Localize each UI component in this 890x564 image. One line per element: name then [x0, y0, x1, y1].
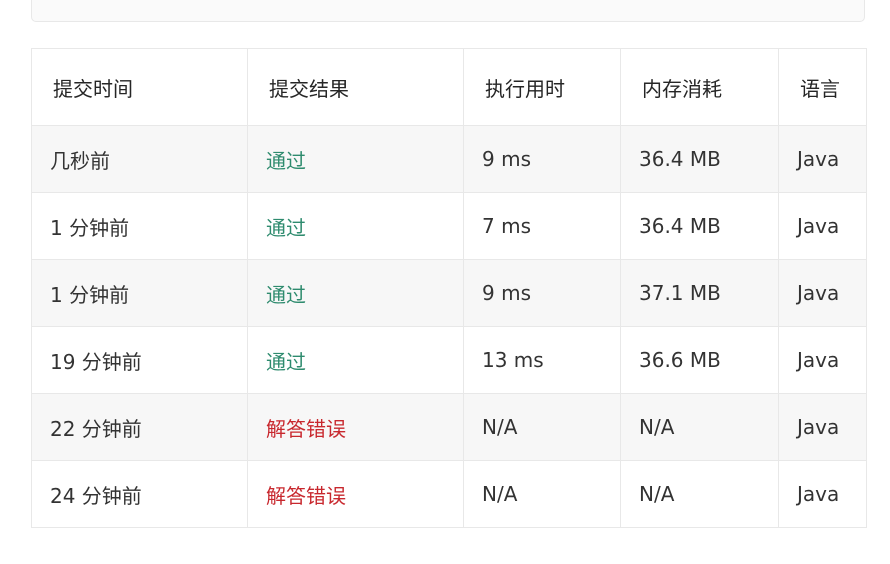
cell-memory: 37.1 MB	[620, 259, 779, 327]
cell-time: 19 分钟前	[31, 326, 248, 394]
cell-result-link[interactable]: 通过	[247, 192, 464, 260]
cell-runtime: N/A	[463, 393, 621, 461]
table-header-row: 提交时间 提交结果 执行用时 内存消耗 语言	[31, 48, 867, 126]
cell-language: Java	[778, 326, 867, 394]
cell-result-link[interactable]: 解答错误	[247, 393, 464, 461]
cell-language: Java	[778, 192, 867, 260]
header-memory: 内存消耗	[620, 48, 779, 126]
table-row: 19 分钟前 通过 13 ms 36.6 MB Java	[31, 326, 867, 394]
top-panel	[31, 0, 865, 22]
cell-result-link[interactable]: 通过	[247, 125, 464, 193]
table-row: 24 分钟前 解答错误 N/A N/A Java	[31, 460, 867, 528]
submissions-table: 提交时间 提交结果 执行用时 内存消耗 语言 几秒前 通过 9 ms 36.4 …	[31, 48, 867, 528]
submissions-table-container: 提交时间 提交结果 执行用时 内存消耗 语言 几秒前 通过 9 ms 36.4 …	[31, 48, 867, 528]
table-row: 1 分钟前 通过 9 ms 37.1 MB Java	[31, 259, 867, 327]
header-submit-result: 提交结果	[247, 48, 464, 126]
cell-time: 24 分钟前	[31, 460, 248, 528]
table-row: 1 分钟前 通过 7 ms 36.4 MB Java	[31, 192, 867, 260]
cell-time: 几秒前	[31, 125, 248, 193]
cell-language: Java	[778, 259, 867, 327]
cell-runtime: 7 ms	[463, 192, 621, 260]
header-language: 语言	[778, 48, 867, 126]
header-runtime: 执行用时	[463, 48, 621, 126]
header-submit-time: 提交时间	[31, 48, 248, 126]
cell-language: Java	[778, 460, 867, 528]
cell-memory: N/A	[620, 460, 779, 528]
cell-runtime: 9 ms	[463, 259, 621, 327]
cell-time: 22 分钟前	[31, 393, 248, 461]
cell-runtime: 13 ms	[463, 326, 621, 394]
cell-time: 1 分钟前	[31, 192, 248, 260]
cell-result-link[interactable]: 通过	[247, 259, 464, 327]
table-row: 22 分钟前 解答错误 N/A N/A Java	[31, 393, 867, 461]
cell-memory: N/A	[620, 393, 779, 461]
cell-language: Java	[778, 393, 867, 461]
cell-memory: 36.4 MB	[620, 125, 779, 193]
cell-runtime: N/A	[463, 460, 621, 528]
cell-runtime: 9 ms	[463, 125, 621, 193]
table-row: 几秒前 通过 9 ms 36.4 MB Java	[31, 125, 867, 193]
cell-memory: 36.4 MB	[620, 192, 779, 260]
cell-time: 1 分钟前	[31, 259, 248, 327]
cell-result-link[interactable]: 解答错误	[247, 460, 464, 528]
cell-language: Java	[778, 125, 867, 193]
cell-memory: 36.6 MB	[620, 326, 779, 394]
cell-result-link[interactable]: 通过	[247, 326, 464, 394]
